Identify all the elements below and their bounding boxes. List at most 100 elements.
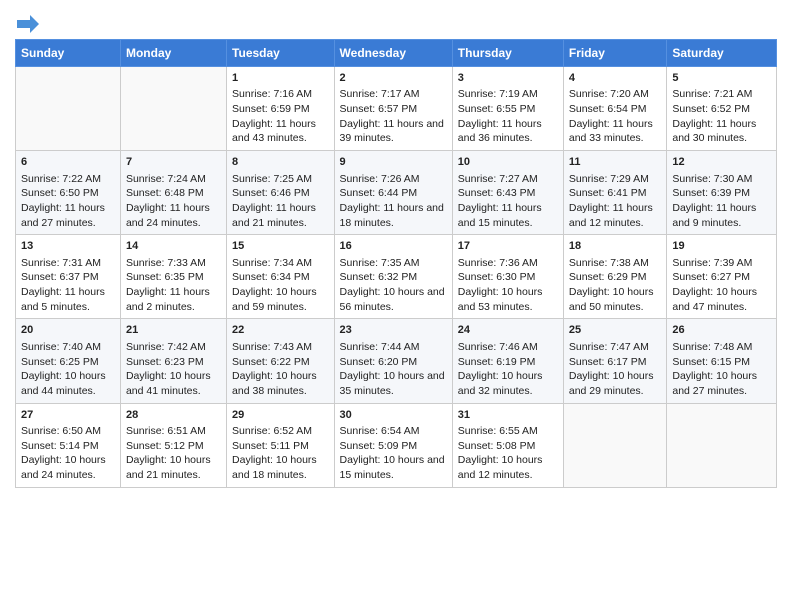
- calendar-week-row: 13Sunrise: 7:31 AMSunset: 6:37 PMDayligh…: [16, 235, 777, 319]
- day-number: 17: [458, 239, 558, 254]
- cell-text: Sunrise: 7:20 AM: [569, 87, 662, 102]
- cell-text: Daylight: 10 hours and 27 minutes.: [672, 369, 771, 398]
- calendar-cell: [120, 67, 226, 151]
- calendar-week-row: 1Sunrise: 7:16 AMSunset: 6:59 PMDaylight…: [16, 67, 777, 151]
- cell-text: Sunrise: 7:19 AM: [458, 87, 558, 102]
- calendar-cell: 10 Sunrise: 7:27 AMSunset: 6:43 PMDayligh…: [452, 151, 563, 235]
- cell-text: Daylight: 10 hours and 32 minutes.: [458, 369, 558, 398]
- cell-text: Daylight: 10 hours and 15 minutes.: [340, 453, 447, 482]
- day-number: 30: [340, 408, 447, 423]
- cell-text: Sunrise: 7:22 AM: [21, 172, 115, 187]
- cell-text: Sunrise: 7:47 AM: [569, 340, 662, 355]
- calendar-cell: 8Sunrise: 7:25 AMSunset: 6:46 PMDaylight…: [227, 151, 335, 235]
- calendar-cell: [563, 403, 667, 487]
- cell-text: Sunset: 6:15 PM: [672, 355, 771, 370]
- calendar-cell: [667, 403, 777, 487]
- cell-text: Daylight: 10 hours and 44 minutes.: [21, 369, 115, 398]
- cell-text: Daylight: 11 hours and 9 minutes.: [672, 201, 771, 230]
- cell-text: Sunset: 5:12 PM: [126, 439, 221, 454]
- calendar-cell: 11Sunrise: 7:29 AMSunset: 6:41 PMDayligh…: [563, 151, 667, 235]
- cell-text: Sunrise: 7:21 AM: [672, 87, 771, 102]
- calendar-cell: 19Sunrise: 7:39 AMSunset: 6:27 PMDayligh…: [667, 235, 777, 319]
- day-number: 7: [126, 155, 221, 170]
- cell-text: Daylight: 11 hours and 15 minutes.: [458, 201, 558, 230]
- cell-text: Sunrise: 7:17 AM: [340, 87, 447, 102]
- calendar-cell: 23Sunrise: 7:44 AMSunset: 6:20 PMDayligh…: [334, 319, 452, 403]
- cell-text: Sunset: 6:57 PM: [340, 102, 447, 117]
- cell-text: Sunset: 6:25 PM: [21, 355, 115, 370]
- calendar-cell: 6Sunrise: 7:22 AMSunset: 6:50 PMDaylight…: [16, 151, 121, 235]
- cell-text: Sunset: 6:37 PM: [21, 270, 115, 285]
- calendar-week-row: 27Sunrise: 6:50 AMSunset: 5:14 PMDayligh…: [16, 403, 777, 487]
- cell-text: Sunset: 6:39 PM: [672, 186, 771, 201]
- calendar-cell: 25Sunrise: 7:47 AMSunset: 6:17 PMDayligh…: [563, 319, 667, 403]
- cell-text: Sunset: 6:55 PM: [458, 102, 558, 117]
- calendar-body: 1Sunrise: 7:16 AMSunset: 6:59 PMDaylight…: [16, 67, 777, 488]
- calendar-cell: 3Sunrise: 7:19 AMSunset: 6:55 PMDaylight…: [452, 67, 563, 151]
- cell-text: Sunrise: 6:54 AM: [340, 424, 447, 439]
- cell-text: Sunrise: 7:31 AM: [21, 256, 115, 271]
- cell-text: Daylight: 10 hours and 59 minutes.: [232, 285, 329, 314]
- cell-text: Daylight: 11 hours and 36 minutes.: [458, 117, 558, 146]
- cell-text: Sunset: 6:54 PM: [569, 102, 662, 117]
- cell-text: Sunset: 6:59 PM: [232, 102, 329, 117]
- cell-text: Sunset: 6:22 PM: [232, 355, 329, 370]
- cell-text: Daylight: 11 hours and 18 minutes.: [340, 201, 447, 230]
- cell-text: Sunset: 6:19 PM: [458, 355, 558, 370]
- cell-text: Sunset: 6:43 PM: [458, 186, 558, 201]
- day-number: 10: [458, 155, 558, 170]
- day-number: 23: [340, 323, 447, 338]
- calendar-cell: 13Sunrise: 7:31 AMSunset: 6:37 PMDayligh…: [16, 235, 121, 319]
- cell-text: Sunset: 5:11 PM: [232, 439, 329, 454]
- cell-text: Daylight: 11 hours and 2 minutes.: [126, 285, 221, 314]
- day-number: 27: [21, 408, 115, 423]
- cell-text: Sunrise: 7:26 AM: [340, 172, 447, 187]
- day-number: 26: [672, 323, 771, 338]
- cell-text: Sunset: 6:34 PM: [232, 270, 329, 285]
- cell-text: Sunrise: 6:55 AM: [458, 424, 558, 439]
- cell-text: Sunset: 6:35 PM: [126, 270, 221, 285]
- calendar-cell: 9Sunrise: 7:26 AMSunset: 6:44 PMDaylight…: [334, 151, 452, 235]
- cell-text: Daylight: 10 hours and 24 minutes.: [21, 453, 115, 482]
- cell-text: Daylight: 10 hours and 38 minutes.: [232, 369, 329, 398]
- cell-text: Sunrise: 7:39 AM: [672, 256, 771, 271]
- header-day: Friday: [563, 40, 667, 67]
- day-number: 24: [458, 323, 558, 338]
- header-day: Monday: [120, 40, 226, 67]
- cell-text: Sunset: 5:08 PM: [458, 439, 558, 454]
- cell-text: Sunrise: 7:38 AM: [569, 256, 662, 271]
- page-header: [15, 15, 777, 29]
- day-number: 12: [672, 155, 771, 170]
- header-day: Wednesday: [334, 40, 452, 67]
- cell-text: Daylight: 10 hours and 18 minutes.: [232, 453, 329, 482]
- calendar-cell: 20Sunrise: 7:40 AMSunset: 6:25 PMDayligh…: [16, 319, 121, 403]
- calendar-week-row: 6Sunrise: 7:22 AMSunset: 6:50 PMDaylight…: [16, 151, 777, 235]
- cell-text: Sunset: 6:30 PM: [458, 270, 558, 285]
- day-number: 16: [340, 239, 447, 254]
- cell-text: Sunrise: 7:44 AM: [340, 340, 447, 355]
- cell-text: Daylight: 10 hours and 29 minutes.: [569, 369, 662, 398]
- calendar-cell: 1Sunrise: 7:16 AMSunset: 6:59 PMDaylight…: [227, 67, 335, 151]
- cell-text: Sunset: 6:27 PM: [672, 270, 771, 285]
- day-number: 22: [232, 323, 329, 338]
- cell-text: Sunrise: 7:27 AM: [458, 172, 558, 187]
- cell-text: Sunrise: 7:24 AM: [126, 172, 221, 187]
- cell-text: Sunrise: 7:34 AM: [232, 256, 329, 271]
- cell-text: Sunrise: 6:50 AM: [21, 424, 115, 439]
- cell-text: Daylight: 11 hours and 27 minutes.: [21, 201, 115, 230]
- day-number: 4: [569, 71, 662, 86]
- cell-text: Sunrise: 7:16 AM: [232, 87, 329, 102]
- cell-text: Sunrise: 7:35 AM: [340, 256, 447, 271]
- cell-text: Daylight: 10 hours and 41 minutes.: [126, 369, 221, 398]
- cell-text: Sunrise: 7:29 AM: [569, 172, 662, 187]
- cell-text: Sunrise: 7:30 AM: [672, 172, 771, 187]
- cell-text: Sunset: 6:23 PM: [126, 355, 221, 370]
- calendar-week-row: 20Sunrise: 7:40 AMSunset: 6:25 PMDayligh…: [16, 319, 777, 403]
- day-number: 31: [458, 408, 558, 423]
- day-number: 20: [21, 323, 115, 338]
- cell-text: Daylight: 11 hours and 21 minutes.: [232, 201, 329, 230]
- day-number: 14: [126, 239, 221, 254]
- cell-text: Daylight: 10 hours and 53 minutes.: [458, 285, 558, 314]
- calendar-cell: 21Sunrise: 7:42 AMSunset: 6:23 PMDayligh…: [120, 319, 226, 403]
- cell-text: Sunset: 6:48 PM: [126, 186, 221, 201]
